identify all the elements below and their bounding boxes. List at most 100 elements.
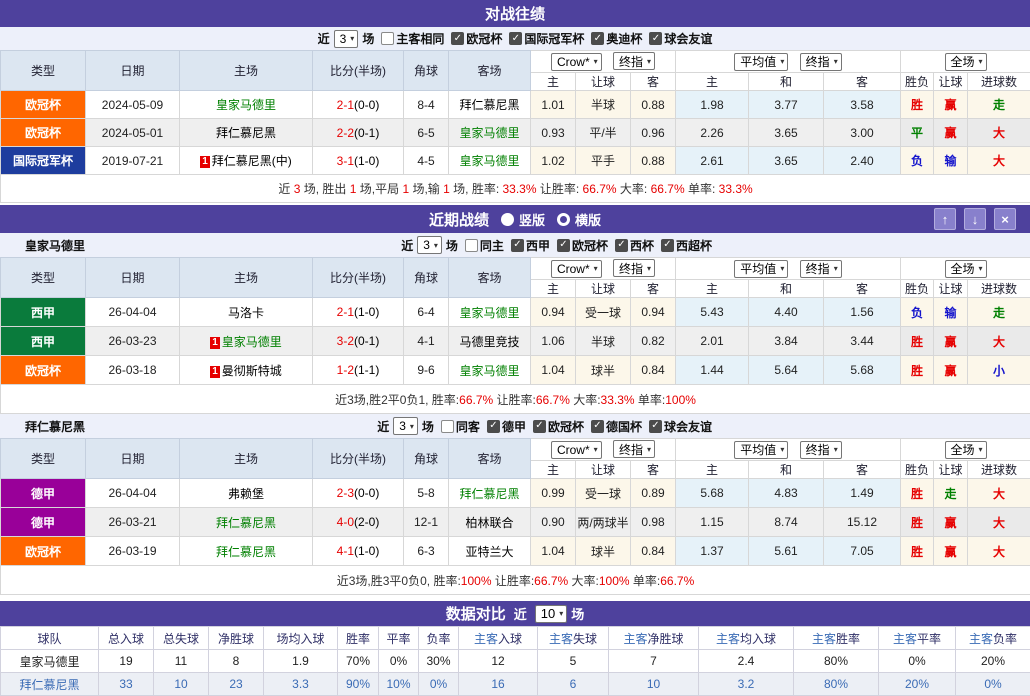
comp-checkbox-3[interactable]: ✓ — [649, 420, 662, 433]
col-ha-loss-rate: 主客负率 — [956, 627, 1030, 650]
home-team-cell: 1皇家马德里 — [180, 327, 313, 356]
home-team-link[interactable]: 曼彻斯特城 — [222, 364, 282, 378]
sub-col: 进球数 — [968, 280, 1030, 298]
avg-home: 1.15 — [676, 508, 749, 537]
away-team-link[interactable]: 拜仁慕尼黑 — [459, 487, 519, 501]
away-team-link[interactable]: 皇家马德里 — [459, 364, 519, 378]
check-icon: ✓ — [489, 421, 497, 431]
avg-home: 2.01 — [676, 327, 749, 356]
comp-label: 德甲 — [502, 418, 526, 435]
col-type: 类型 — [1, 439, 86, 479]
scope-group: 全场▾ — [901, 258, 1030, 280]
comp-checkbox-2[interactable]: ✓ — [591, 32, 604, 45]
scope-select[interactable]: 全场▾ — [945, 53, 987, 71]
odds-company-select[interactable]: Crow*▾ — [551, 441, 602, 459]
result-wdl: 平 — [901, 119, 934, 147]
same-home-away-checkbox[interactable]: ✓ — [381, 32, 394, 45]
home-team-link[interactable]: 拜仁慕尼黑(中) — [212, 154, 292, 168]
home-team-link[interactable]: 马洛卡 — [228, 306, 264, 320]
scroll-down-button[interactable]: ↓ — [964, 208, 986, 230]
sub-col: 主 — [676, 73, 749, 91]
comp-checkbox-0[interactable]: ✓ — [511, 239, 524, 252]
team-link[interactable]: 拜仁慕尼黑 — [19, 678, 79, 692]
avg-final-select[interactable]: 终指▾ — [800, 260, 842, 278]
avg-final-select[interactable]: 终指▾ — [800, 441, 842, 459]
home-team-link[interactable]: 皇家马德里 — [216, 98, 276, 112]
away-team-link[interactable]: 皇家马德里 — [459, 126, 519, 140]
corner-score: 8-4 — [404, 91, 449, 119]
sub-col: 让球 — [576, 280, 631, 298]
h2h-matches-select[interactable]: 3▾ — [334, 30, 359, 48]
col-away: 客场 — [449, 439, 531, 479]
result-goals: 小 — [968, 356, 1030, 385]
compare-title: 数据对比 — [446, 603, 506, 624]
team-link[interactable]: 皇家马德里 — [19, 655, 79, 669]
odds-away: 0.96 — [631, 119, 676, 147]
home-team-link[interactable]: 皇家马德里 — [222, 335, 282, 349]
comp-checkbox-3[interactable]: ✓ — [661, 239, 674, 252]
radio-vertical-layout[interactable] — [501, 213, 514, 226]
odds-away: 0.88 — [631, 91, 676, 119]
col-win-rate: 胜率 — [338, 627, 379, 650]
odds-company-select[interactable]: Crow*▾ — [551, 53, 602, 71]
check-icon: ✓ — [559, 240, 567, 250]
score-cell: 3-2(0-1) — [313, 327, 404, 356]
comp-checkbox-3[interactable]: ✓ — [649, 32, 662, 45]
scope-select[interactable]: 全场▾ — [945, 441, 987, 459]
result-handicap: 输 — [934, 298, 968, 327]
scope-select[interactable]: 全场▾ — [945, 260, 987, 278]
home-team-link[interactable]: 拜仁慕尼黑 — [216, 516, 276, 530]
avg-select[interactable]: 平均值▾ — [734, 441, 788, 459]
home-team-link[interactable]: 拜仁慕尼黑 — [216, 545, 276, 559]
odds-home: 0.93 — [531, 119, 576, 147]
h2h-summary-row: 近 3 场, 胜出 1 场,平局 1 场,输 1 场, 胜率: 33.3% 让胜… — [1, 175, 1030, 203]
comp-checkbox-2[interactable]: ✓ — [615, 239, 628, 252]
result-goals: 大 — [968, 479, 1030, 508]
avg-draw: 3.84 — [749, 327, 824, 356]
check-icon: ✓ — [593, 421, 601, 431]
comp-checkbox-1[interactable]: ✓ — [509, 32, 522, 45]
odds-final-select[interactable]: 终指▾ — [613, 440, 655, 458]
compare-matches-select[interactable]: 10▾ — [535, 605, 567, 623]
bayern-matches-select[interactable]: 3▾ — [393, 417, 418, 435]
comp-checkbox-1[interactable]: ✓ — [533, 420, 546, 433]
col-date: 日期 — [86, 439, 180, 479]
home-team-cell: 马洛卡 — [180, 298, 313, 327]
col-ha-goal-diff: 主客净胜球 — [609, 627, 699, 650]
same-away-checkbox[interactable]: ✓ — [441, 420, 454, 433]
radio-horizontal-layout[interactable] — [557, 213, 570, 226]
close-section-button[interactable]: × — [994, 208, 1016, 230]
away-team-link[interactable]: 拜仁慕尼黑 — [459, 98, 519, 112]
home-team-link[interactable]: 弗赖堡 — [228, 487, 264, 501]
matches-unit-label: 场 — [422, 418, 434, 435]
comp-checkbox-2[interactable]: ✓ — [591, 420, 604, 433]
away-team-link[interactable]: 马德里竞技 — [459, 335, 519, 349]
away-team-link[interactable]: 柏林联合 — [465, 516, 513, 530]
avg-select[interactable]: 平均值▾ — [734, 260, 788, 278]
odds-company-group: Crow*▾ 终指▾ — [531, 258, 676, 280]
comp-checkbox-0[interactable]: ✓ — [451, 32, 464, 45]
comp-checkbox-0[interactable]: ✓ — [487, 420, 500, 433]
odds-company-select[interactable]: Crow*▾ — [551, 260, 602, 278]
away-team-cell: 拜仁慕尼黑 — [449, 91, 531, 119]
col-team: 球队 — [1, 627, 99, 650]
away-team-link[interactable]: 亚特兰大 — [465, 545, 513, 559]
away-team-cell: 皇家马德里 — [449, 298, 531, 327]
vertical-layout-label: 竖版 — [519, 210, 545, 229]
same-home-checkbox[interactable]: ✓ — [465, 239, 478, 252]
comp-checkbox-1[interactable]: ✓ — [557, 239, 570, 252]
match-row: 西甲 26-03-23 1皇家马德里 3-2(0-1) 4-1 马德里竞技 1.… — [1, 327, 1030, 356]
match-date: 26-04-04 — [86, 479, 180, 508]
odds-final-select[interactable]: 终指▾ — [613, 52, 655, 70]
away-team-link[interactable]: 皇家马德里 — [459, 154, 519, 168]
sub-col: 让球 — [934, 461, 968, 479]
home-team-link[interactable]: 拜仁慕尼黑 — [216, 126, 276, 140]
avg-final-select[interactable]: 终指▾ — [800, 53, 842, 71]
avg-home: 1.98 — [676, 91, 749, 119]
avg-select[interactable]: 平均值▾ — [734, 53, 788, 71]
scroll-up-button[interactable]: ↑ — [934, 208, 956, 230]
away-team-link[interactable]: 皇家马德里 — [459, 306, 519, 320]
near-label: 近 — [514, 604, 527, 623]
rm-matches-select[interactable]: 3▾ — [417, 236, 442, 254]
odds-final-select[interactable]: 终指▾ — [613, 259, 655, 277]
